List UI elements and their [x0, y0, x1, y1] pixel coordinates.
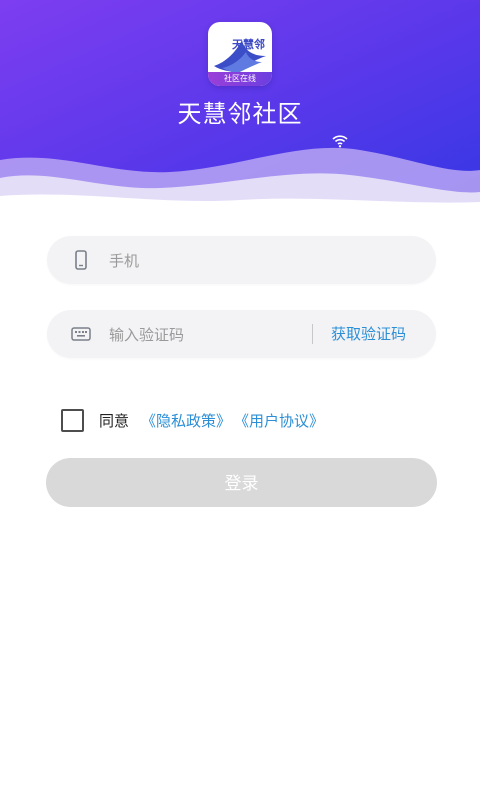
- phone-input[interactable]: [107, 236, 421, 286]
- app-logo: 天慧邻 社区在线: [208, 22, 272, 86]
- logo-subtext: 社区在线: [208, 72, 272, 86]
- get-code-button[interactable]: 获取验证码: [331, 310, 406, 358]
- wifi-icon: [332, 135, 348, 148]
- agree-label: 同意: [99, 412, 130, 430]
- agree-checkbox[interactable]: [61, 409, 84, 432]
- header-banner: 天慧邻 社区在线 天慧邻社区: [0, 0, 480, 215]
- logo-text: 天慧邻: [232, 38, 265, 51]
- app-title: 天慧邻社区: [177, 100, 303, 128]
- privacy-policy-link[interactable]: 《隐私政策》: [141, 410, 231, 431]
- field-divider: [312, 324, 313, 344]
- phone-field[interactable]: [47, 236, 436, 286]
- phone-icon: [75, 250, 87, 270]
- keyboard-icon: [71, 327, 91, 341]
- code-field[interactable]: 获取验证码: [47, 310, 436, 360]
- code-input[interactable]: [107, 310, 306, 360]
- user-agreement-link[interactable]: 《用户协议》: [234, 410, 324, 431]
- login-button[interactable]: 登录: [46, 458, 437, 507]
